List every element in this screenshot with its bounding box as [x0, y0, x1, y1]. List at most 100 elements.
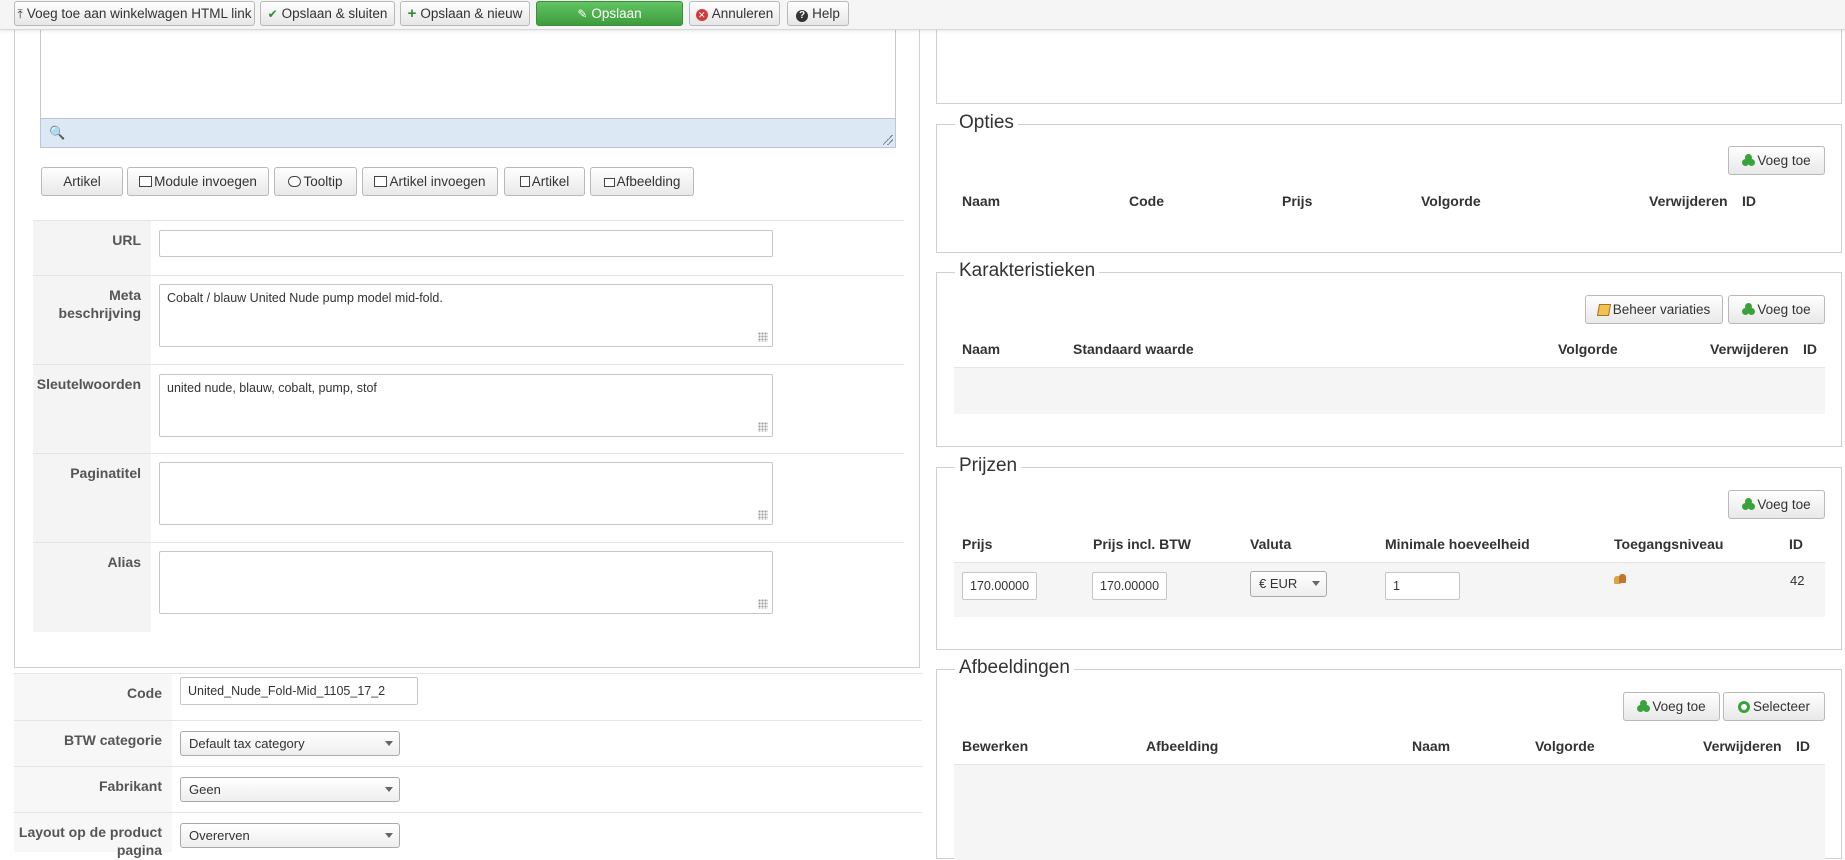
toolbar: ⤒ Voeg toe aan winkelwagen HTML link ✔ Ops…	[0, 0, 1845, 30]
tax-select-value: Default tax category	[189, 736, 305, 751]
images-col-id: ID	[1796, 738, 1810, 754]
resize-grip-icon[interactable]	[758, 599, 768, 609]
prices-col-prijs: Prijs	[962, 536, 993, 552]
options-add-label: Voeg toe	[1757, 153, 1811, 168]
options-col-id: ID	[1742, 193, 1756, 209]
add-clover-icon	[1742, 154, 1756, 167]
price-input[interactable]: 170.00000	[962, 572, 1037, 600]
resize-grip-icon[interactable]	[758, 422, 768, 432]
characteristics-col-verwijderen: Verwijderen	[1710, 341, 1789, 357]
resize-grip-icon[interactable]	[758, 510, 768, 520]
chevron-down-icon	[385, 833, 393, 838]
options-col-code: Code	[1129, 193, 1164, 209]
module-icon	[139, 176, 153, 187]
save-button[interactable]: ✎ Opslaan	[536, 1, 683, 26]
help-icon: ?	[796, 10, 809, 22]
images-col-naam: Naam	[1412, 738, 1451, 754]
editor-image-label: Afbeelding	[616, 174, 681, 189]
chevron-down-icon	[1312, 581, 1320, 586]
alias-textarea[interactable]	[159, 551, 773, 614]
page-break-icon	[519, 176, 530, 187]
alias-row: Alias	[33, 542, 904, 632]
options-fieldset: Opties Voeg toe Naam Code Prijs Volgorde…	[936, 112, 1842, 253]
editor-statusbar: 🔍	[40, 118, 896, 148]
editor-module-insert-label: Module invoegen	[154, 174, 257, 189]
tax-select[interactable]: Default tax category	[180, 731, 400, 756]
images-select-label: Selecteer	[1752, 699, 1811, 714]
chevron-down-icon	[385, 787, 393, 792]
prices-col-prijs-incl: Prijs incl. BTW	[1093, 536, 1192, 552]
min-qty-input[interactable]: 1	[1385, 572, 1460, 600]
prices-add-button[interactable]: Voeg toe	[1728, 490, 1825, 519]
options-col-naam: Naam	[962, 193, 1001, 209]
editor-tooltip-button[interactable]: Tooltip	[274, 167, 357, 196]
images-add-button[interactable]: Voeg toe	[1623, 692, 1720, 721]
images-col-volgorde: Volgorde	[1535, 738, 1595, 754]
meta-description-row: Meta beschrijving Cobalt / blauw United …	[33, 275, 904, 365]
editor-article-label: Artikel	[63, 174, 101, 189]
code-input[interactable]: United_Nude_Fold-Mid_1105_17_2	[180, 677, 418, 705]
editor-article-button[interactable]: Artikel	[41, 167, 123, 196]
keywords-value: united nude, blauw, cobalt, pump, stof	[167, 381, 377, 395]
manage-variations-button[interactable]: Beheer variaties	[1585, 295, 1723, 324]
save-new-label: Opslaan & nieuw	[420, 6, 523, 21]
editor-article-insert-button[interactable]: Artikel invoegen	[362, 167, 498, 196]
price-incl-input[interactable]: 170.00000	[1092, 572, 1167, 600]
url-label: URL	[33, 221, 151, 276]
currency-select[interactable]: € EUR	[1250, 571, 1327, 597]
prices-col-access: Toegangsniveau	[1614, 536, 1724, 552]
prices-add-label: Voeg toe	[1757, 497, 1811, 512]
code-row: Code United_Nude_Fold-Mid_1105_17_2	[14, 673, 922, 720]
meta-description-label: Meta beschrijving	[33, 276, 151, 365]
characteristics-add-label: Voeg toe	[1757, 302, 1811, 317]
page-title-row: Paginatitel	[33, 453, 904, 543]
resize-grip-icon[interactable]	[883, 135, 893, 145]
characteristics-add-button[interactable]: Voeg toe	[1728, 295, 1825, 324]
check-icon: ✔	[267, 7, 278, 21]
top-fieldset-tail	[936, 30, 1842, 104]
article-insert-icon	[374, 176, 388, 187]
editor-article2-label: Artikel	[531, 174, 570, 189]
page-title-textarea[interactable]	[159, 462, 773, 525]
save-close-button[interactable]: ✔ Opslaan & sluiten	[260, 1, 395, 26]
prices-row: 170.00000 170.00000 € EUR 1 42	[954, 562, 1825, 617]
manufacturer-label: Fabrikant	[14, 767, 172, 813]
resize-grip-icon[interactable]	[758, 332, 768, 342]
editor-article2-button[interactable]: Artikel	[504, 167, 585, 196]
tooltip-icon	[288, 176, 302, 187]
editor-module-insert-button[interactable]: Module invoegen	[127, 167, 269, 196]
editor-textarea[interactable]	[40, 30, 896, 120]
layout-label: Layout op de product pagina	[14, 813, 172, 858]
prices-col-min-qty: Minimale hoeveelheid	[1385, 536, 1530, 552]
options-add-button[interactable]: Voeg toe	[1728, 146, 1825, 175]
help-label: Help	[812, 6, 840, 21]
cancel-icon: ✕	[695, 9, 708, 21]
add-clover-icon	[1742, 303, 1756, 316]
options-col-verwijderen: Verwijderen	[1649, 193, 1728, 209]
cancel-button[interactable]: ✕ Annuleren	[689, 1, 780, 26]
url-input[interactable]	[159, 230, 773, 257]
prices-col-id: ID	[1789, 536, 1803, 552]
save-label: Opslaan	[591, 6, 642, 21]
editor-image-button[interactable]: Afbeelding	[590, 167, 694, 196]
options-col-volgorde: Volgorde	[1421, 193, 1481, 209]
add-to-cart-link-button[interactable]: ⤒ Voeg toe aan winkelwagen HTML link	[14, 1, 255, 26]
help-button[interactable]: ? Help	[787, 1, 849, 26]
magnify-icon[interactable]: 🔍	[49, 125, 65, 141]
plus-icon: +	[407, 5, 417, 22]
characteristics-empty-row	[954, 367, 1825, 414]
tax-label: BTW categorie	[14, 721, 172, 767]
layout-row: Layout op de product pagina Overerven	[14, 812, 922, 858]
manufacturer-select[interactable]: Geen	[180, 777, 400, 802]
meta-description-textarea[interactable]: Cobalt / blauw United Nude pump model mi…	[159, 284, 773, 347]
layout-select[interactable]: Overerven	[180, 823, 400, 848]
images-legend: Afbeeldingen	[955, 657, 1074, 679]
users-icon[interactable]	[1614, 573, 1627, 584]
characteristics-col-id: ID	[1803, 341, 1817, 357]
layout-select-value: Overerven	[189, 828, 250, 843]
images-select-button[interactable]: Selecteer	[1723, 692, 1825, 721]
save-new-button[interactable]: + Opslaan & nieuw	[400, 1, 530, 26]
editor-tooltip-label: Tooltip	[303, 174, 343, 189]
keywords-textarea[interactable]: united nude, blauw, cobalt, pump, stof	[159, 374, 773, 437]
meta-description-value: Cobalt / blauw United Nude pump model mi…	[167, 291, 443, 305]
